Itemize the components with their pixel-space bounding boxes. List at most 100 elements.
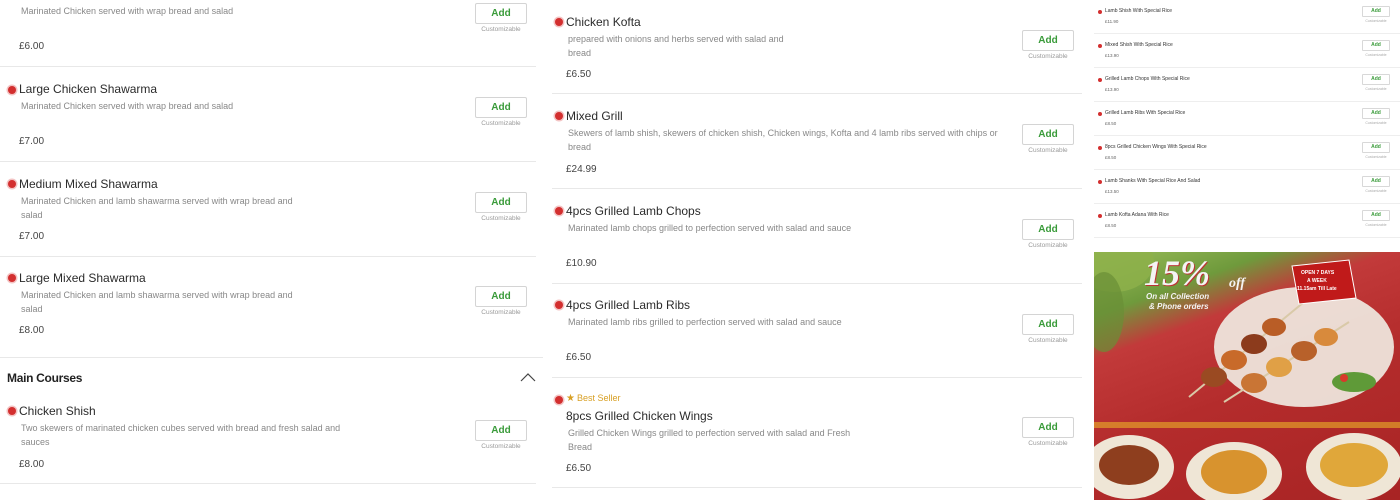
item-price: £6.50: [566, 352, 592, 363]
promo-artwork: [1094, 252, 1400, 500]
nonveg-dot-icon: [1098, 112, 1102, 116]
menu-item: ★ Best Seller 8pcs Grilled Chicken Wings …: [552, 378, 1082, 488]
nonveg-dot-icon: [1098, 214, 1102, 218]
add-button[interactable]: Add: [1362, 40, 1390, 51]
nonveg-dot-icon: [1098, 146, 1102, 150]
item-name: Medium Mixed Shawarma: [19, 177, 158, 191]
add-button[interactable]: Add: [1022, 124, 1074, 145]
item-name: Large Chicken Shawarma: [19, 82, 158, 96]
customizable-label: Customizable: [481, 215, 521, 222]
item-description: Grilled Chicken Wings grilled to perfect…: [568, 428, 851, 452]
add-button[interactable]: Add: [1022, 30, 1074, 51]
item-price: £13.90: [1105, 87, 1119, 92]
nonveg-dot-icon: [1098, 180, 1102, 184]
menu-item: Marinated Chicken served with wrap bread…: [0, 0, 536, 67]
add-button[interactable]: Add: [1362, 210, 1390, 221]
menu-item: Large Mixed Shawarma Marinated Chicken a…: [0, 257, 536, 357]
menu-item: Chicken Kofta prepared with onions and h…: [552, 0, 1082, 94]
item-name: Lamb Kofta Adana With Rice: [1105, 212, 1169, 218]
add-button[interactable]: Add: [1022, 314, 1074, 335]
add-button[interactable]: Add: [475, 286, 527, 307]
nonveg-dot-icon: [8, 180, 16, 188]
menu-item: Mixed Grill Skewers of lamb shish, skewe…: [552, 94, 1082, 189]
menu-item: Lamb Shanks With Special Rice And Salad …: [1094, 170, 1400, 204]
add-button[interactable]: Add: [475, 3, 527, 24]
customizable-label: Customizable: [1028, 337, 1068, 344]
add-button[interactable]: Add: [1022, 417, 1074, 438]
menu-item: 4pcs Grilled Lamb Ribs Marinated lamb ri…: [552, 284, 1082, 378]
menu-column-2: Chicken Kofta prepared with onions and h…: [548, 0, 1088, 500]
menu-item: 8pcs Grilled Chicken Wings With Special …: [1094, 136, 1400, 170]
item-price: £8.50: [1105, 155, 1117, 160]
menu-item: Mixed Shish With Special Rice £13.90 Add…: [1094, 34, 1400, 68]
item-name: 4pcs Grilled Lamb Chops: [566, 204, 701, 218]
item-price: £11.90: [1105, 19, 1119, 24]
menu-item: Chicken Shish Two skewers of marinated c…: [0, 397, 536, 484]
customizable-label: Customizable: [1365, 19, 1387, 23]
item-price: £7.00: [19, 136, 45, 147]
add-button[interactable]: Add: [475, 97, 527, 118]
item-description: Marinated lamb chops grilled to perfecti…: [568, 223, 852, 233]
item-price: £6.00: [19, 41, 45, 52]
customizable-label: Customizable: [1028, 53, 1068, 60]
item-description: prepared with onions and herbs served wi…: [568, 34, 784, 58]
item-price: £10.90: [566, 258, 597, 269]
item-name: Large Mixed Shawarma: [19, 271, 146, 285]
add-button[interactable]: Add: [1022, 219, 1074, 240]
item-description: Marinated Chicken served with wrap bread…: [21, 6, 234, 16]
best-seller-badge: ★ Best Seller: [566, 393, 621, 404]
item-price: £8.00: [19, 459, 45, 470]
add-button[interactable]: Add: [475, 420, 527, 441]
add-button[interactable]: Add: [1362, 142, 1390, 153]
item-name: Grilled Lamb Chops With Special Rice: [1105, 76, 1190, 82]
promo-headline: 15%: [1144, 253, 1210, 293]
promo-sub2: & Phone orders: [1149, 302, 1209, 311]
item-description: Marinated Chicken and lamb shawarma serv…: [21, 290, 293, 314]
item-description: Marinated Chicken and lamb shawarma serv…: [21, 196, 293, 220]
customizable-label: Customizable: [481, 26, 521, 33]
customizable-label: Customizable: [481, 120, 521, 127]
item-price: £8.00: [19, 325, 45, 336]
star-icon: ★: [566, 393, 575, 404]
item-price: £6.50: [566, 463, 592, 474]
chevron-up-icon[interactable]: [520, 369, 536, 385]
customizable-label: Customizable: [1365, 53, 1387, 57]
item-name: 4pcs Grilled Lamb Ribs: [566, 298, 691, 312]
promo-badge-line2: A WEEK: [1307, 278, 1327, 284]
item-price: £6.50: [566, 69, 592, 80]
customizable-label: Customizable: [1028, 147, 1068, 154]
customizable-label: Customizable: [1365, 155, 1387, 159]
add-button[interactable]: Add: [475, 192, 527, 213]
menu-item: Large Chicken Shawarma Marinated Chicken…: [0, 67, 536, 162]
item-name: 8pcs Grilled Chicken Wings With Special …: [1105, 144, 1207, 150]
item-description: Marinated Chicken served with wrap bread…: [21, 101, 234, 111]
item-name: Grilled Lamb Ribs With Special Rice: [1105, 110, 1186, 116]
item-description: Skewers of lamb shish, skewers of chicke…: [568, 128, 998, 152]
best-seller-label: Best Seller: [576, 393, 621, 403]
customizable-label: Customizable: [481, 443, 521, 450]
item-name: Lamb Shish With Special Rice: [1105, 8, 1172, 14]
nonveg-dot-icon: [555, 112, 563, 120]
nonveg-dot-icon: [8, 86, 16, 94]
promo-badge-line3: 11.15am Till Late: [1297, 286, 1337, 292]
item-price: £13.50: [1105, 189, 1119, 194]
item-price: £8.50: [1105, 121, 1117, 126]
add-button[interactable]: Add: [1362, 108, 1390, 119]
nonveg-dot-icon: [8, 274, 16, 282]
add-button[interactable]: Add: [1362, 6, 1390, 17]
customizable-label: Customizable: [1028, 242, 1068, 249]
menu-column-3: Lamb Shish With Special Rice £11.90 Add …: [1094, 0, 1400, 500]
menu-item: Grilled Lamb Chops With Special Rice £13…: [1094, 68, 1400, 102]
section-title: Main Courses: [7, 371, 83, 385]
item-price: £7.00: [19, 231, 45, 242]
menu-item: Lamb Shish With Special Rice £11.90 Add …: [1094, 0, 1400, 34]
customizable-label: Customizable: [1365, 121, 1387, 125]
item-name: Lamb Shanks With Special Rice And Salad: [1105, 178, 1201, 184]
add-button[interactable]: Add: [1362, 74, 1390, 85]
nonveg-dot-icon: [555, 396, 563, 404]
menu-item: Lamb Kofta Adana With Rice £8.50 Add Cus…: [1094, 204, 1400, 238]
promo-banner-image: 15% off On all Collection & Phone orders…: [1094, 252, 1400, 500]
item-name: Mixed Grill: [566, 109, 623, 123]
section-header-main-courses[interactable]: Main Courses: [0, 357, 543, 397]
add-button[interactable]: Add: [1362, 176, 1390, 187]
